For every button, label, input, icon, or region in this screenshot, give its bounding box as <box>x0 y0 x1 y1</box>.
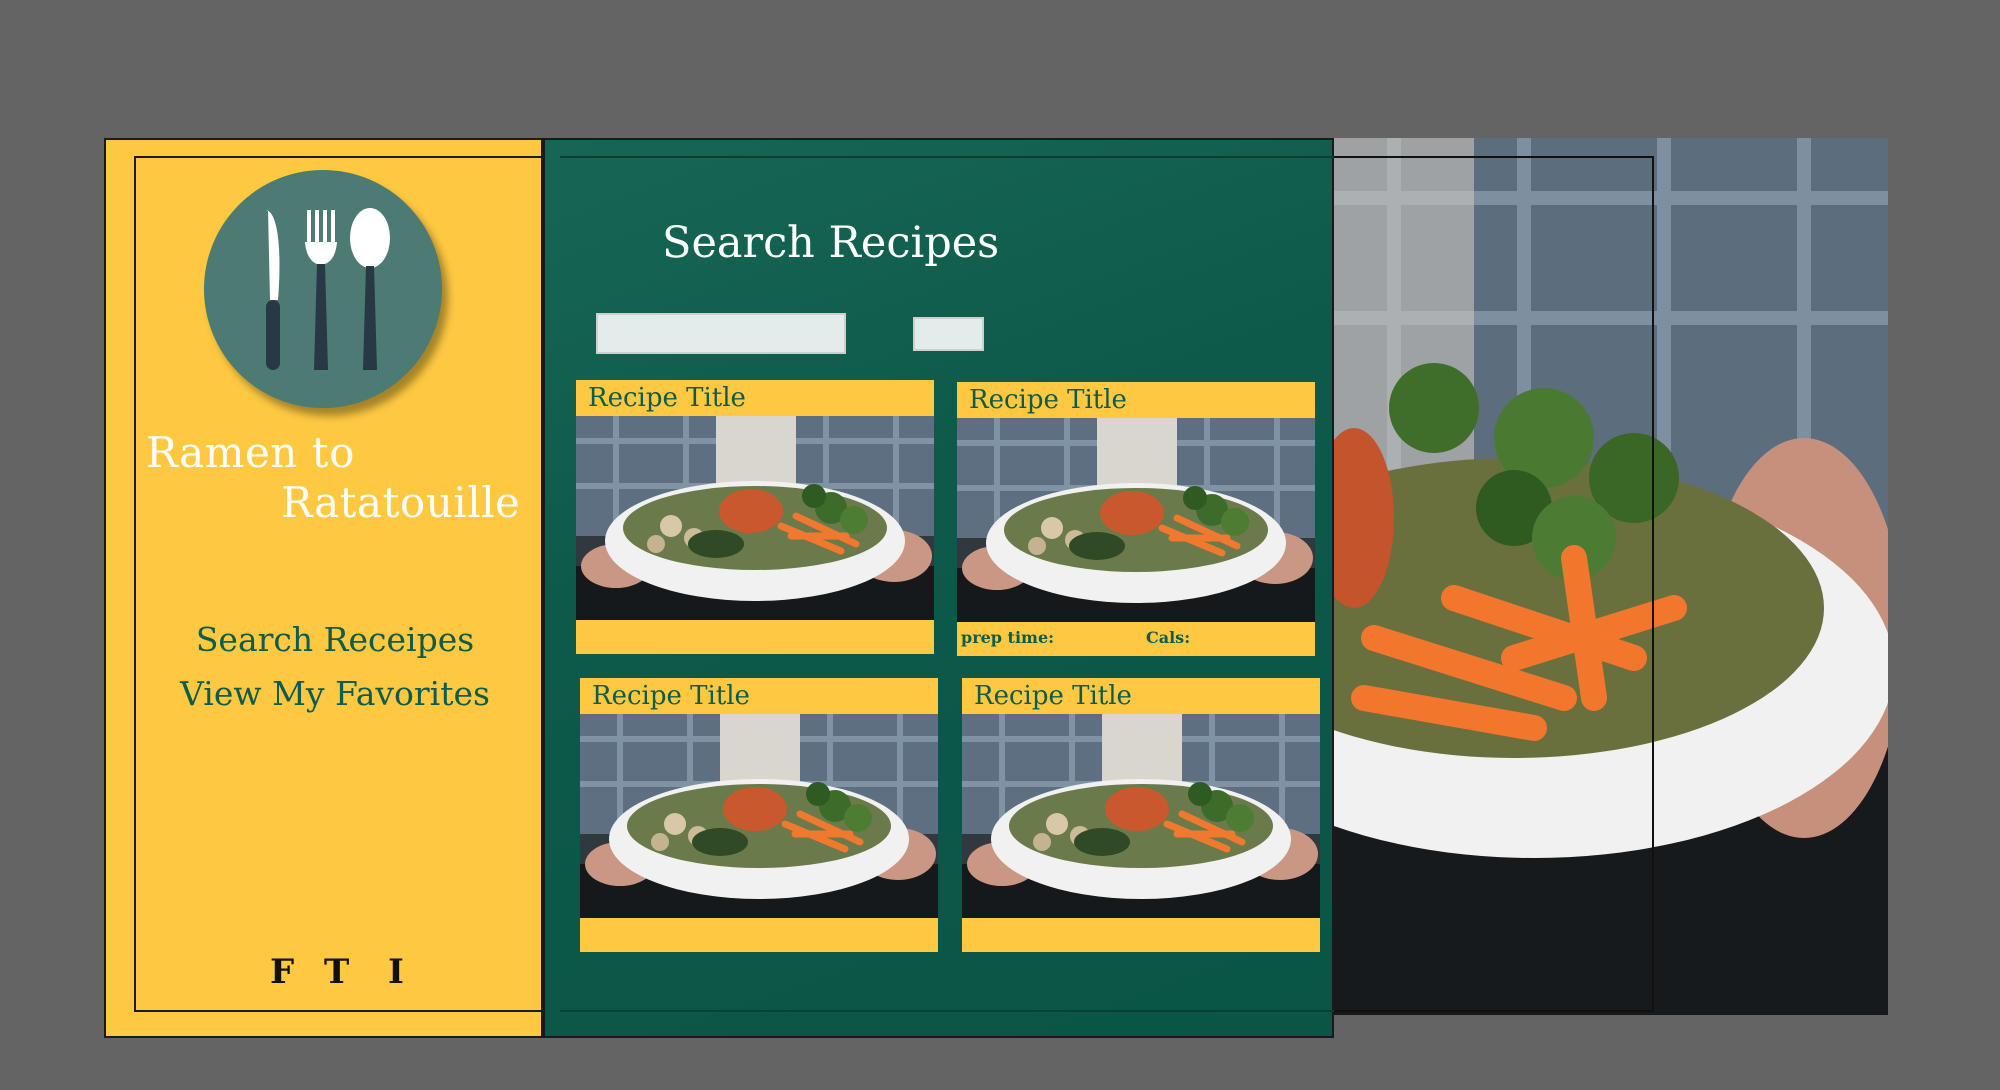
page-title: Search Recipes <box>662 218 1000 268</box>
recipe-title: Recipe Title <box>592 681 750 711</box>
recipe-card[interactable]: Recipe Title <box>576 380 934 654</box>
hero-image <box>1334 138 1888 1015</box>
nav-view-favorites[interactable]: View My Favorites <box>150 674 520 713</box>
recipe-image <box>576 416 934 620</box>
logo[interactable] <box>204 170 442 408</box>
recipe-card[interactable]: Recipe Title <box>962 678 1320 952</box>
twitter-link[interactable]: T <box>324 952 349 992</box>
calories-label: Cals: <box>1146 628 1191 647</box>
recipe-card[interactable]: Recipe Title <box>580 678 938 952</box>
search-button[interactable] <box>913 317 984 351</box>
recipe-card[interactable]: Recipe Title prep time: Cals: <box>957 382 1315 656</box>
brand-name-line2: Ratatouille <box>281 478 521 527</box>
prep-time-label: prep time: <box>961 628 1055 647</box>
fork-icon <box>305 210 337 370</box>
recipe-title: Recipe Title <box>974 681 1132 711</box>
recipe-image <box>962 714 1320 918</box>
recipe-image <box>957 418 1315 622</box>
recipe-title: Recipe Title <box>588 383 746 413</box>
utensils-logo <box>266 208 390 370</box>
brand-name-line1: Ramen to <box>146 428 355 477</box>
nav-search-recipes[interactable]: Search Receipes <box>150 620 520 659</box>
knife-icon <box>266 210 280 370</box>
instagram-link[interactable]: I <box>388 952 404 992</box>
recipe-title: Recipe Title <box>969 385 1127 415</box>
recipe-image <box>580 714 938 918</box>
spoon-icon <box>350 208 390 370</box>
facebook-link[interactable]: F <box>270 952 294 992</box>
search-input[interactable] <box>596 313 846 354</box>
